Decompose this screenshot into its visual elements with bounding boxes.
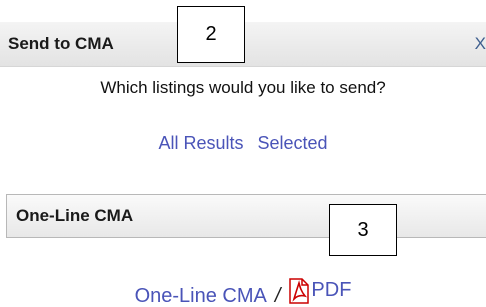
dialog-title: Send to CMA — [8, 34, 114, 53]
one-line-cma-section-header: One-Line CMA — [6, 194, 486, 238]
close-button[interactable]: X — [475, 34, 486, 54]
link-separator: / — [274, 285, 281, 307]
selected-link[interactable]: Selected — [257, 133, 327, 153]
send-to-cma-dialog: Send to CMA X 2 Which listings would you… — [0, 0, 486, 307]
listings-question: Which listings would you like to send? — [100, 78, 386, 97]
pdf-file-icon — [288, 278, 310, 304]
section-title: One-Line CMA — [16, 206, 134, 225]
callout-label-2: 2 — [177, 6, 245, 63]
callout-label-3: 3 — [329, 204, 397, 256]
all-results-link[interactable]: All Results — [158, 133, 243, 153]
results-selection-links: All Results Selected — [0, 133, 486, 154]
pdf-link[interactable]: PDF — [288, 276, 352, 304]
one-line-cma-link[interactable]: One-Line CMA — [135, 285, 267, 307]
output-format-links: One-Line CMA / PDF — [0, 276, 486, 307]
pdf-link-label: PDF — [311, 279, 352, 301]
